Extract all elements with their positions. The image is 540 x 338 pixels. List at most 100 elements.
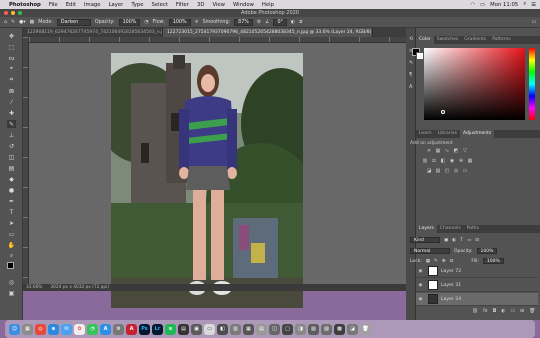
invert-adjust-icon[interactable]: ◪ [426,169,432,174]
app-icon[interactable]: ▦ [243,323,254,335]
app-icon[interactable]: ◧ [217,323,228,335]
close-window-button[interactable] [4,11,8,15]
tab-patterns[interactable]: Patterns [489,36,514,44]
app-icon[interactable]: ◨ [295,323,306,335]
threshold-adjust-icon[interactable]: ◰ [444,169,450,174]
battery-icon[interactable]: ▭ [480,2,485,8]
move-tool-icon[interactable]: ✥ [7,32,16,40]
blend-mode-select[interactable]: Normal [410,248,450,254]
brush-presets-icon[interactable]: ✎ [409,60,414,66]
history-icon[interactable]: ⟲ [409,36,414,42]
mail-icon[interactable]: ✉ [61,323,72,335]
layer-name[interactable]: Layer 24 [441,297,461,302]
eyedropper-tool-icon[interactable]: ⁄ [7,98,16,106]
add-mask-icon[interactable]: ◘ [493,309,497,314]
wifi-icon[interactable]: ◠ [471,2,476,8]
dodge-tool-icon[interactable]: ● [7,186,16,194]
tab-document-1[interactable]: 122908119_629476247745974_74210649282856… [23,28,163,37]
layer-thumbnail[interactable] [428,280,438,290]
visibility-eye-icon[interactable]: ◉ [416,297,425,302]
tab-document-2[interactable]: 122723015_275417937090796_48210526542880… [163,28,373,37]
finder-icon[interactable]: ☺ [9,323,20,335]
tab-adjustments[interactable]: Adjustments [460,130,495,138]
app-icon[interactable]: ◪ [347,323,358,335]
menu-3d[interactable]: 3D [197,2,204,8]
new-group-icon[interactable]: ▭ [511,309,516,314]
tab-learn[interactable]: Learn [416,130,435,138]
menu-file[interactable]: File [49,2,58,8]
menu-type[interactable]: Type [131,2,143,8]
panel-background-swatch[interactable] [416,52,424,60]
type-tool-icon[interactable]: T [7,208,16,216]
smoothing-field[interactable]: 87% [234,18,253,26]
tab-paths[interactable]: Paths [464,225,482,233]
quick-mask-icon[interactable]: ◎ [7,278,16,286]
brightness-adjust-icon[interactable]: ☀ [426,149,432,154]
photoshop-icon[interactable]: Ps [139,323,150,335]
layer-row[interactable]: ◉ Layer 72 [416,265,538,278]
link-layers-icon[interactable]: ⛓ [472,309,478,314]
filter-type-icon[interactable]: T [460,238,463,243]
app-icon[interactable]: ▧ [308,323,319,335]
hue-slider[interactable] [529,48,535,120]
lasso-tool-icon[interactable]: ᔓ [7,54,16,62]
angle-icon[interactable]: ∠ [265,20,269,25]
paragraph-icon[interactable]: ¶ [409,72,414,78]
document-image[interactable] [111,53,303,308]
zoom-level[interactable]: 33.66% [26,284,42,291]
photo-filter-adjust-icon[interactable]: ◉ [449,159,455,164]
appstore-icon[interactable]: A [100,323,111,335]
layer-name[interactable]: Layer 72 [441,269,461,274]
layer-row-selected[interactable]: ◉ Layer 24 [416,293,538,306]
tab-color[interactable]: Color [416,36,434,44]
eraser-tool-icon[interactable]: ◫ [7,153,16,161]
messages-icon[interactable]: ◔ [87,323,98,335]
app-icon[interactable]: ▣ [191,323,202,335]
layer-name[interactable]: Layer 31 [441,283,461,288]
posterize-adjust-icon[interactable]: ▧ [435,169,441,174]
menu-filter[interactable]: Filter [176,2,189,8]
levels-adjust-icon[interactable]: ▦ [435,149,441,154]
lock-all-icon[interactable]: ⊡ [450,259,454,264]
layer-thumbnail[interactable] [428,266,438,276]
visibility-eye-icon[interactable]: ◉ [416,269,425,274]
path-select-tool-icon[interactable]: ➤ [7,219,16,227]
color-lookup-adjust-icon[interactable]: ▦ [467,159,473,164]
brush-size-picker[interactable]: ●▾ [19,20,26,25]
lightroom-icon[interactable]: Lr [152,323,163,335]
settings-icon[interactable]: ⚙ [113,323,124,335]
blur-tool-icon[interactable]: ◆ [7,175,16,183]
tab-layers[interactable]: Layers [416,225,437,233]
curves-adjust-icon[interactable]: ∿ [444,149,450,154]
tab-channels[interactable]: Channels [437,225,464,233]
gradient-tool-icon[interactable]: ▤ [7,164,16,172]
app-icon[interactable]: ▢ [282,323,293,335]
color-picker-field[interactable] [424,48,525,120]
zoom-tool-icon[interactable]: ⌕ [7,252,16,260]
document-info[interactable]: 3024 px x 4032 px (72 ppi) [50,284,109,291]
character-icon[interactable]: A [409,84,414,90]
flow-field[interactable]: 100% [168,18,191,26]
color-balance-adjust-icon[interactable]: ⚖ [431,159,437,164]
menu-help[interactable]: Help [262,2,274,8]
lock-move-icon[interactable]: ✥ [442,259,446,264]
smoothing-settings-icon[interactable]: ⚙ [257,20,261,25]
safari-icon[interactable]: ⊕ [48,323,59,335]
minimize-window-button[interactable] [11,11,15,15]
tab-swatches[interactable]: Swatches [434,36,462,44]
clone-stamp-tool-icon[interactable]: ⊥ [7,131,16,139]
filter-adjust-icon[interactable]: ◐ [452,238,456,243]
mode-select[interactable]: Darken [56,18,91,26]
marquee-tool-icon[interactable]: ⬚ [7,43,16,51]
pressure-size-icon[interactable]: ◐ [291,20,295,25]
layer-style-icon[interactable]: fx [483,309,488,314]
brush-tool-icon[interactable]: ✎ [11,20,15,25]
crop-tool-icon[interactable]: ⌗ [7,76,16,84]
frame-tool-icon[interactable]: ⊠ [7,87,16,95]
layer-fill-field[interactable]: 100% [482,258,504,264]
canvas-area[interactable] [29,43,406,308]
gradient-map-adjust-icon[interactable]: ▭ [462,169,468,174]
menu-image[interactable]: Image [84,2,101,8]
tab-gradients[interactable]: Gradients [461,36,489,44]
new-adjustment-icon[interactable]: ◐ [501,309,505,314]
